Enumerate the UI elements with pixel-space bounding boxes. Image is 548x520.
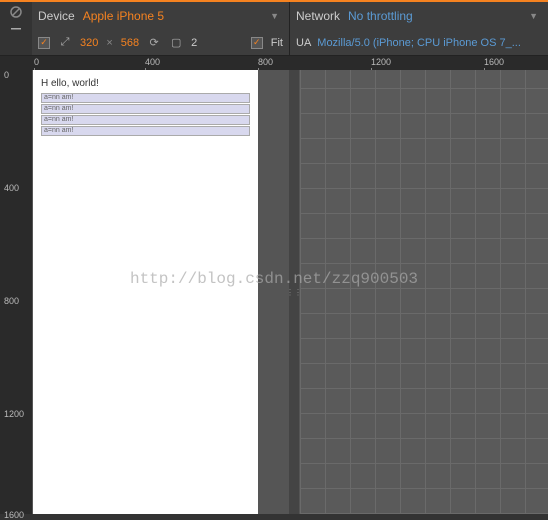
chevron-down-icon: ▼: [270, 11, 279, 21]
fit-checkbox[interactable]: ✓: [251, 37, 263, 49]
ruler-tick: 1200: [4, 409, 24, 419]
vertical-ruler: 0 400 800 1200 1600: [0, 70, 32, 514]
list-item: a=nn am!: [41, 115, 250, 125]
ruler-tick: 0: [34, 57, 39, 67]
list-item: a=nn am!: [41, 104, 250, 114]
dpr-icon: ▢: [169, 36, 183, 49]
ua-label: UA: [296, 37, 311, 49]
splitter-handle[interactable]: ⋮⋮: [289, 70, 299, 514]
device-label: Device: [38, 9, 75, 23]
fit-label: Fit: [271, 37, 283, 49]
network-selected: No throttling: [348, 9, 413, 23]
list-item: a=nn am!: [41, 126, 250, 136]
width-value[interactable]: 320: [80, 37, 98, 49]
ruler-tick: 400: [4, 183, 19, 193]
cancel-icon[interactable]: [9, 6, 23, 18]
emulate-checkbox[interactable]: ✓: [38, 37, 50, 49]
height-value[interactable]: 568: [121, 37, 139, 49]
list-item: a=nn am!: [41, 93, 250, 103]
ruler-corner: [0, 56, 32, 70]
ua-value[interactable]: Mozilla/5.0 (iPhone; CPU iPhone OS 7_...: [317, 37, 521, 49]
horizontal-ruler: 0 400 800 1200 1600: [32, 56, 548, 70]
dim-separator: ×: [106, 37, 112, 49]
page-heading: H ello, world!: [41, 78, 250, 89]
ruler-tick: 800: [4, 296, 19, 306]
refresh-icon[interactable]: ⟳: [147, 36, 161, 49]
device-selected: Apple iPhone 5: [83, 9, 164, 23]
chevron-down-icon: ▼: [529, 11, 538, 21]
ruler-tick: 1600: [4, 510, 24, 520]
ruler-tick: 800: [258, 57, 273, 67]
rotate-icon[interactable]: ⤢: [58, 36, 72, 49]
dpr-value[interactable]: 2: [191, 37, 197, 49]
ruler-tick: 1200: [371, 57, 391, 67]
device-dropdown[interactable]: Apple iPhone 5 ▼: [83, 9, 283, 23]
ruler-tick: 400: [145, 57, 160, 67]
network-label: Network: [296, 9, 340, 23]
grid-area: [300, 70, 548, 514]
ruler-tick: 0: [4, 70, 9, 80]
network-dropdown[interactable]: No throttling ▼: [348, 9, 542, 23]
emulated-page[interactable]: H ello, world! a=nn am! a=nn am! a=nn am…: [33, 70, 258, 514]
ruler-tick: 1600: [484, 57, 504, 67]
